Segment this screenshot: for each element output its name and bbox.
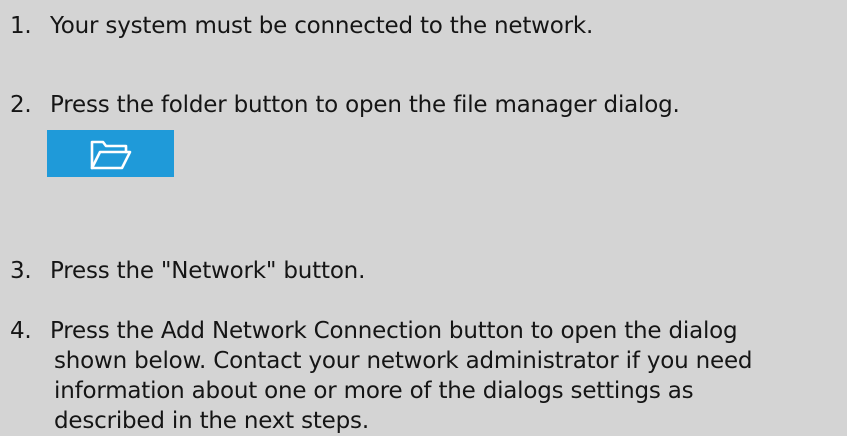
step-number: 3. <box>10 258 32 284</box>
step-number: 2. <box>10 92 32 118</box>
step-text-line: shown below. Contact your network admini… <box>54 348 753 374</box>
instructions-page: 1. Your system must be connected to the n… <box>0 0 847 434</box>
step-text: Your system must be connected to the net… <box>50 13 594 39</box>
step-number: 4. <box>10 318 32 344</box>
step-text-line: information about one or more of the dia… <box>54 378 694 404</box>
step-1: 1. Your system must be connected to the n… <box>10 11 593 41</box>
step-text-line: Press the Add Network Connection button … <box>50 318 738 344</box>
step-2: 2. Press the folder button to open the fi… <box>10 90 680 120</box>
step-text-line: described in the next steps. <box>54 408 369 434</box>
step-4: 4. Press the Add Network Connection butto… <box>10 316 753 436</box>
step-number: 1. <box>10 13 32 39</box>
step-text: Press the folder button to open the file… <box>50 92 680 118</box>
folder-icon <box>90 140 131 169</box>
step-text: Press the "Network" button. <box>50 258 366 284</box>
folder-button[interactable] <box>47 130 174 177</box>
step-3: 3. Press the "Network" button. <box>10 256 365 286</box>
